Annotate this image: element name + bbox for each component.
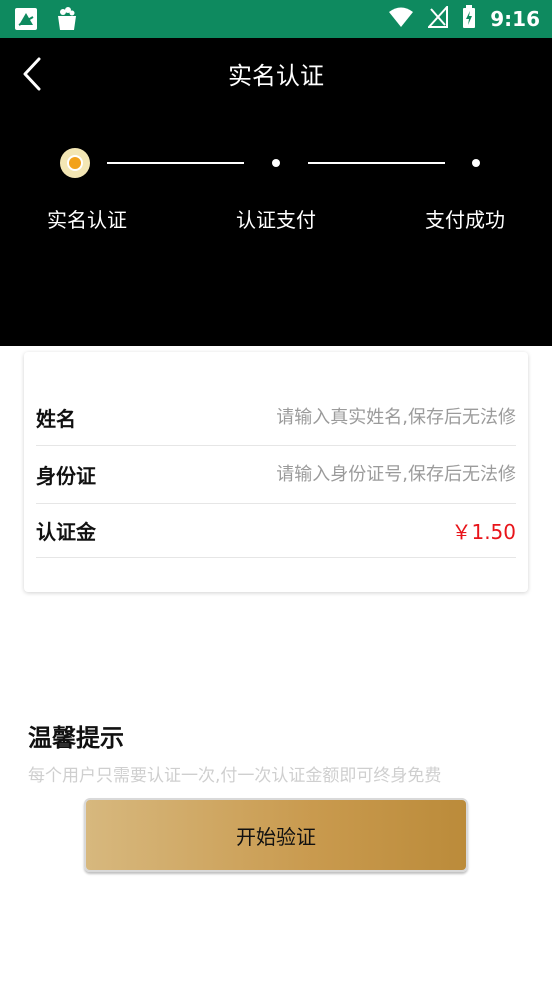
step-connector-2 bbox=[308, 162, 445, 164]
step-indicator-2 bbox=[265, 152, 287, 174]
step-indicator-3 bbox=[465, 152, 487, 174]
id-row: 身份证 bbox=[36, 446, 516, 504]
step-indicator-active bbox=[60, 148, 90, 178]
page-title: 实名认证 bbox=[228, 62, 324, 90]
step-connector-1 bbox=[107, 162, 244, 164]
shopping-bag-icon bbox=[54, 6, 80, 36]
header: 实名认证 实名认证 认证支付 支付成功 bbox=[0, 38, 552, 346]
app-icon bbox=[14, 7, 38, 35]
signal-icon bbox=[427, 4, 449, 32]
status-right-icons: 9:16 bbox=[388, 4, 540, 33]
id-label: 身份证 bbox=[36, 464, 96, 488]
wifi-icon bbox=[388, 6, 414, 32]
battery-icon bbox=[462, 5, 476, 33]
step-label-2: 认证支付 bbox=[236, 208, 316, 232]
id-number-input[interactable] bbox=[246, 464, 516, 485]
name-row: 姓名 bbox=[36, 390, 516, 446]
tips-title: 温馨提示 bbox=[28, 724, 124, 752]
name-label: 姓名 bbox=[36, 407, 76, 431]
status-left-icons bbox=[14, 6, 80, 36]
fee-amount: ￥1.50 bbox=[451, 520, 516, 544]
fee-label: 认证金 bbox=[36, 520, 96, 544]
verification-form: 姓名 身份证 认证金 ￥1.50 bbox=[24, 352, 528, 592]
start-verification-button[interactable]: 开始验证 bbox=[84, 798, 468, 872]
status-time: 9:16 bbox=[490, 7, 540, 31]
name-input[interactable] bbox=[246, 407, 516, 428]
step-label-1: 实名认证 bbox=[47, 208, 127, 232]
fee-row: 认证金 ￥1.50 bbox=[36, 504, 516, 558]
status-bar: 9:16 bbox=[0, 0, 552, 38]
step-label-3: 支付成功 bbox=[425, 208, 505, 232]
tips-text: 每个用户只需要认证一次,付一次认证金额即可终身免费 bbox=[28, 766, 442, 786]
